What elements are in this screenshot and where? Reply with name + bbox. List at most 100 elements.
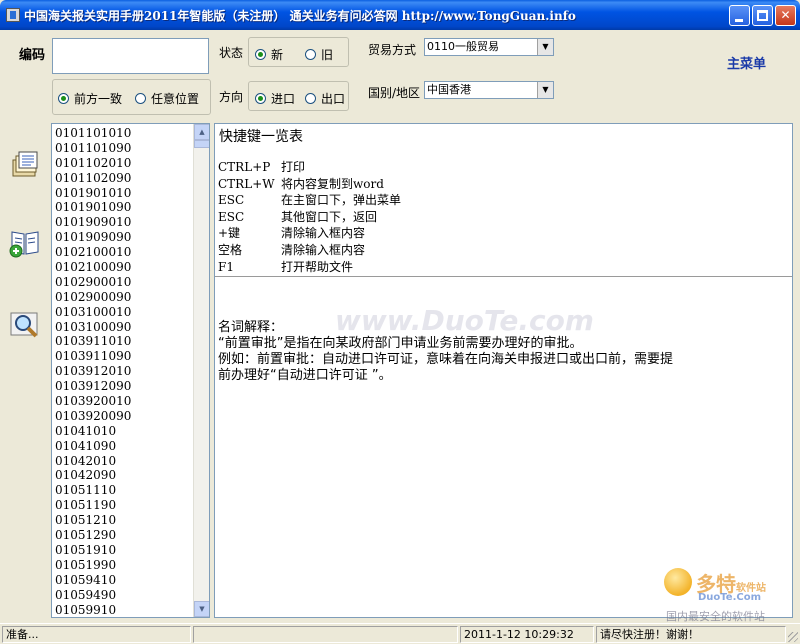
list-item[interactable]: 01041010 (55, 424, 195, 439)
status-old-radio[interactable]: 旧 (305, 46, 333, 63)
radio-dot (255, 93, 266, 104)
corner-logo: 多特软件站 DuoTe.Com 国内最安全的软件站 (662, 568, 792, 623)
radio-dot (305, 49, 316, 60)
content-pane[interactable]: 快捷键一览表 CTRL+P 打印 CTRL+W 将内容复制到word ESC 在主窗口下，… (214, 123, 793, 618)
title-bar[interactable]: 中国海关报关实用手册2011年智能版（未注册） 通关业务有问必答网 http:/… (0, 0, 800, 30)
list-item[interactable]: 0103912090 (55, 379, 195, 394)
logo-mascot-icon (664, 568, 692, 596)
status-bar: 准备... 2011-1-12 10:29:32 请尽快注册！谢谢！ (0, 623, 800, 644)
chevron-down-icon[interactable]: ▼ (537, 39, 553, 55)
glossary-text: 名词解释： “前置审批”是指在向某政府部门申请业务前需要办理好的审批。 例如：前置审… (218, 320, 784, 384)
direction-export-radio[interactable]: 出口 (305, 90, 345, 107)
region-value: 中国香港 (427, 83, 471, 96)
shortcut-desc: 清除输入框内容 (281, 226, 366, 241)
shortcut-row: 空格 清除输入框内容 (218, 242, 401, 259)
list-item[interactable]: 0101901090 (55, 200, 195, 215)
code-list-scrollbar[interactable]: ▲ ▼ (193, 124, 209, 617)
list-item[interactable]: 0102900090 (55, 290, 195, 305)
list-item[interactable]: 01059490 (55, 588, 195, 603)
resize-grip-icon[interactable] (788, 632, 798, 642)
maximize-button[interactable] (752, 5, 773, 26)
shortcut-key: F1 (218, 259, 234, 274)
direction-import-radio[interactable]: 进口 (255, 90, 295, 107)
minimize-icon (735, 19, 743, 22)
shortcut-key: 空格 (218, 242, 243, 257)
shortcut-key: CTRL+P (218, 160, 271, 174)
list-item[interactable]: 0102100090 (55, 260, 195, 275)
radio-dot (305, 93, 316, 104)
shortcut-desc: 打印 (281, 160, 306, 174)
shortcut-row: F1 打开帮助文件 (218, 259, 401, 276)
list-item[interactable]: 01042090 (55, 468, 195, 483)
match-prefix-radio[interactable]: 前方一致 (58, 90, 122, 107)
shortcut-desc: 将内容复制到word (281, 176, 384, 191)
code-list[interactable]: 0101101010 0101101090 0101102010 0101102090… (51, 123, 210, 618)
shortcut-desc: 清除输入框内容 (281, 242, 366, 257)
scroll-thumb[interactable] (194, 140, 209, 148)
list-item[interactable]: 01051990 (55, 558, 195, 573)
shortcut-desc: 打开帮助文件 (281, 259, 354, 274)
code-list-items: 0101101010 0101101090 0101102010 0101102090… (55, 126, 195, 617)
list-item[interactable]: 01051910 (55, 543, 195, 558)
status-ready: 准备... (2, 626, 191, 643)
shortcut-desc: 其他窗口下，返回 (281, 209, 378, 224)
list-item[interactable]: 0101101090 (55, 141, 195, 156)
list-item[interactable]: 01042010 (55, 454, 195, 469)
logo-subtitle: 国内最安全的软件站 (666, 610, 765, 623)
status-empty (193, 626, 458, 643)
list-item[interactable]: 01041090 (55, 439, 195, 454)
radio-dot (58, 93, 69, 104)
maximize-icon (757, 10, 768, 21)
list-item[interactable]: 0101102010 (55, 156, 195, 171)
list-item[interactable]: 0101909010 (55, 215, 195, 230)
shortcut-row: ESC 其他窗口下，返回 (218, 209, 401, 226)
list-item[interactable]: 0101901010 (55, 186, 195, 201)
scroll-up-button[interactable]: ▲ (194, 124, 209, 140)
list-item[interactable]: 01051290 (55, 528, 195, 543)
status-new-radio[interactable]: 新 (255, 46, 283, 63)
list-item[interactable]: 0102900010 (55, 275, 195, 290)
shortcut-row: +键 清除输入框内容 (218, 225, 401, 242)
book-add-icon[interactable] (9, 226, 41, 258)
list-item[interactable]: 0103100090 (55, 320, 195, 335)
app-icon[interactable] (6, 8, 20, 22)
chevron-down-icon[interactable]: ▼ (537, 82, 553, 98)
list-item[interactable]: 0103911090 (55, 349, 195, 364)
trade-mode-select[interactable]: 0110一般贸易 ▼ (424, 38, 554, 56)
shortcut-row: CTRL+P 打印 (218, 159, 401, 176)
status-datetime: 2011-1-12 10:29:32 (460, 626, 594, 643)
list-item[interactable]: 0101101010 (55, 126, 195, 141)
list-item[interactable]: 0103920010 (55, 394, 195, 409)
minimize-button[interactable] (729, 5, 750, 26)
trade-mode-label: 贸易方式 (368, 43, 417, 57)
shortcut-key: +键 (218, 226, 241, 241)
close-button[interactable]: ✕ (775, 5, 796, 26)
region-select[interactable]: 中国香港 ▼ (424, 81, 554, 99)
main-menu-link[interactable]: 主菜单 (727, 53, 766, 72)
list-item[interactable]: 01051190 (55, 498, 195, 513)
list-item[interactable]: 01059910 (55, 603, 195, 618)
trade-mode-value: 0110一般贸易 (427, 40, 499, 53)
list-item[interactable]: 01051210 (55, 513, 195, 528)
shortcut-key: ESC (218, 193, 245, 208)
list-item[interactable]: 0103912010 (55, 364, 195, 379)
glossary-line: “前置审批”是指在向某政府部门申请业务前需要办理好的审批。 (218, 336, 583, 351)
shortcut-row: CTRL+W 将内容复制到word (218, 176, 401, 193)
list-item[interactable]: 0103920090 (55, 409, 195, 424)
document-stack-icon[interactable] (9, 148, 41, 180)
list-item[interactable]: 01051110 (55, 483, 195, 498)
list-item[interactable]: 01059410 (55, 573, 195, 588)
code-input[interactable] (52, 38, 209, 74)
list-item[interactable]: 0101909090 (55, 230, 195, 245)
shortcut-list: CTRL+P 打印 CTRL+W 将内容复制到word ESC 在主窗口下，弹出菜单 ESC… (218, 159, 401, 275)
logo-site: DuoTe.Com (698, 592, 761, 603)
shortcut-desc: 在主窗口下，弹出菜单 (281, 193, 402, 208)
scroll-down-button[interactable]: ▼ (194, 601, 209, 617)
list-item[interactable]: 0103100010 (55, 305, 195, 320)
list-item[interactable]: 0101102090 (55, 171, 195, 186)
match-anywhere-radio[interactable]: 任意位置 (135, 90, 199, 107)
list-item[interactable]: 0103911010 (55, 334, 195, 349)
magnifier-icon[interactable] (9, 309, 41, 341)
code-label: 编码 (19, 48, 46, 63)
list-item[interactable]: 0102100010 (55, 245, 195, 260)
